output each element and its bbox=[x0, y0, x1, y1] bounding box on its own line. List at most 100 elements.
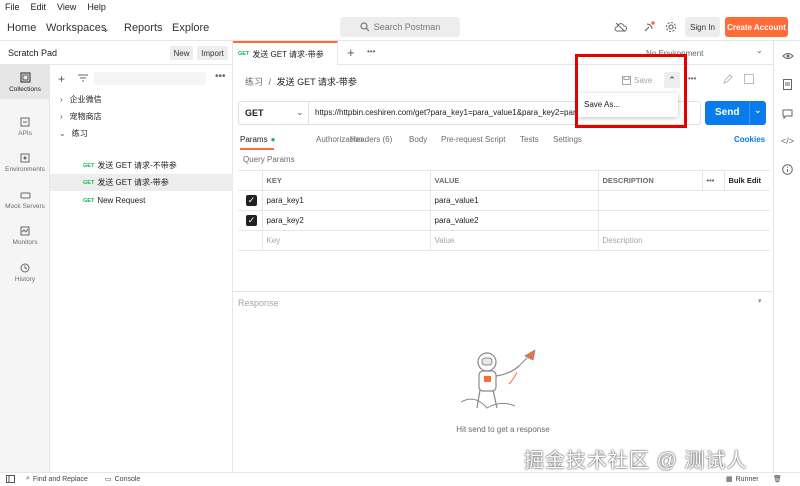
new-key-input[interactable]: Key bbox=[261, 230, 431, 251]
param-value[interactable]: para_value1 bbox=[429, 190, 599, 211]
search-icon bbox=[360, 22, 370, 32]
sidebar-toggle-icon[interactable] bbox=[6, 475, 15, 483]
send-divider bbox=[749, 101, 750, 125]
tab-settings[interactable]: Settings bbox=[553, 135, 582, 144]
row-checkbox[interactable]: ✓ bbox=[238, 210, 263, 231]
cookies-link[interactable]: Cookies bbox=[734, 135, 765, 144]
tab-headers[interactable]: Headers (6) bbox=[350, 135, 392, 144]
console-button[interactable]: ▭ Console bbox=[105, 475, 140, 484]
tab-label: Params bbox=[240, 135, 268, 144]
add-collection-icon[interactable]: + bbox=[58, 72, 65, 86]
collections-icon bbox=[19, 71, 31, 83]
settings-gear-icon[interactable] bbox=[663, 19, 679, 35]
code-icon[interactable]: </> bbox=[781, 134, 794, 147]
rail-collections[interactable]: Collections bbox=[0, 65, 50, 99]
table-row: ✓ para_key2 para_value2 bbox=[238, 210, 770, 231]
tab-tests[interactable]: Tests bbox=[520, 135, 539, 144]
tab-title: 发送 GET 请求-带参 bbox=[252, 49, 324, 59]
method-select[interactable]: GET ⌄ bbox=[239, 102, 309, 124]
rail-history[interactable]: History bbox=[0, 256, 50, 290]
runner-button[interactable]: ▦ Runner bbox=[726, 475, 759, 484]
monitors-icon bbox=[20, 226, 30, 236]
sign-in-button[interactable]: Sign In bbox=[685, 17, 720, 37]
more-options-icon[interactable]: ••• bbox=[215, 71, 226, 82]
request-more-icon[interactable]: ••• bbox=[688, 74, 696, 83]
documentation-icon[interactable] bbox=[781, 78, 794, 91]
search-input[interactable]: Search Postman bbox=[340, 17, 460, 37]
trash-icon[interactable]: 🗑 bbox=[773, 475, 782, 483]
import-button[interactable]: Import bbox=[197, 46, 228, 60]
tree-request-get-with-params[interactable]: GET 发送 GET 请求-带参 bbox=[50, 174, 233, 191]
menu-help[interactable]: Help bbox=[87, 2, 106, 12]
satellite-icon[interactable] bbox=[641, 19, 657, 35]
highlight-annotation-box bbox=[575, 54, 687, 128]
new-tab-icon[interactable]: + bbox=[347, 45, 355, 60]
tab-more-icon[interactable]: ••• bbox=[367, 47, 375, 56]
watermark-text: 掘金技术社区 @ 测试人 bbox=[524, 450, 748, 472]
tab-active-request[interactable]: GET 发送 GET 请求-带参 bbox=[233, 41, 338, 65]
menu-view[interactable]: View bbox=[57, 2, 76, 12]
sync-offline-icon[interactable] bbox=[612, 19, 628, 35]
eye-icon[interactable] bbox=[781, 49, 794, 62]
rail-monitors[interactable]: Monitors bbox=[0, 219, 50, 253]
new-description-input[interactable]: Description bbox=[597, 230, 770, 251]
rail-mock-servers[interactable]: Mock Servers bbox=[0, 183, 50, 217]
tree-folder-practice[interactable]: ⌄ 练习 bbox=[50, 125, 233, 142]
find-icon: ⌕ bbox=[26, 475, 30, 482]
send-button[interactable]: Send ⌄ bbox=[705, 101, 766, 125]
sidebar-header: Scratch Pad New Import bbox=[0, 41, 233, 65]
menu-edit[interactable]: Edit bbox=[31, 2, 47, 12]
filter-icon[interactable] bbox=[78, 74, 88, 82]
tree-folder-label: 宠物商店 bbox=[69, 112, 102, 121]
create-account-button[interactable]: Create Account bbox=[725, 17, 788, 37]
edit-icon[interactable] bbox=[723, 74, 733, 84]
url-input[interactable]: https://httpbin.ceshiren.com/get?para_ke… bbox=[315, 108, 615, 117]
menu-file[interactable]: File bbox=[5, 2, 20, 12]
apis-icon bbox=[20, 117, 30, 127]
tab-pre-request-script[interactable]: Pre-request Script bbox=[441, 135, 505, 144]
tree-folder-label: 企业微信 bbox=[69, 95, 102, 104]
column-options-icon[interactable]: ••• bbox=[701, 170, 725, 191]
tree-request-get-no-params[interactable]: GET 发送 GET 请求-不带参 bbox=[50, 157, 233, 174]
param-key[interactable]: para_key2 bbox=[261, 210, 431, 231]
find-replace-button[interactable]: ⌕ Find and Replace bbox=[26, 475, 88, 483]
new-button[interactable]: New bbox=[170, 46, 193, 60]
params-active-dot-icon: ● bbox=[270, 135, 276, 144]
tree-request-new[interactable]: GET New Request bbox=[50, 192, 233, 209]
rail-apis[interactable]: APIs bbox=[0, 110, 50, 144]
new-value-input[interactable]: Value bbox=[429, 230, 599, 251]
nav-home[interactable]: Home bbox=[7, 22, 36, 34]
param-key[interactable]: para_key1 bbox=[261, 190, 431, 211]
tab-params[interactable]: Params ● bbox=[240, 135, 275, 144]
breadcrumb-parent[interactable]: 练习 bbox=[245, 77, 263, 87]
send-options-chevron-icon[interactable]: ⌄ bbox=[754, 105, 762, 116]
collection-filter-input[interactable] bbox=[94, 72, 206, 85]
workspaces-chevron-icon[interactable]: ⌄ bbox=[101, 22, 110, 35]
console-icon: ▭ bbox=[105, 476, 112, 483]
param-description[interactable] bbox=[597, 190, 770, 211]
breadcrumb-separator: / bbox=[268, 77, 272, 87]
tab-body[interactable]: Body bbox=[409, 135, 427, 144]
rail-label: APIs bbox=[18, 130, 32, 137]
nav-reports[interactable]: Reports bbox=[124, 22, 163, 34]
row-checkbox-empty bbox=[238, 230, 263, 251]
tree-folder-pet-store[interactable]: › 宠物商店 bbox=[50, 108, 233, 125]
info-icon[interactable] bbox=[781, 163, 794, 176]
doc-panel-icon[interactable] bbox=[744, 74, 754, 84]
comments-icon[interactable] bbox=[781, 107, 794, 120]
param-value[interactable]: para_value2 bbox=[429, 210, 599, 231]
bulk-edit-link[interactable]: Bulk Edit bbox=[723, 170, 770, 191]
param-description[interactable] bbox=[597, 210, 770, 231]
nav-explore[interactable]: Explore bbox=[172, 22, 209, 34]
breadcrumb-current[interactable]: 发送 GET 请求-带参 bbox=[277, 77, 357, 87]
tree-folder-enterprise-wechat[interactable]: › 企业微信 bbox=[50, 91, 233, 108]
chevron-down-icon: ⌄ bbox=[59, 129, 66, 138]
method-badge: GET bbox=[238, 51, 250, 57]
row-checkbox[interactable]: ✓ bbox=[238, 190, 263, 211]
params-header-row: KEY VALUE DESCRIPTION ••• Bulk Edit bbox=[238, 170, 770, 191]
checkbox-checked-icon: ✓ bbox=[246, 215, 257, 226]
response-collapse-chevron-icon[interactable]: ▾ bbox=[758, 297, 762, 305]
nav-workspaces[interactable]: Workspaces bbox=[46, 22, 106, 34]
rail-environments[interactable]: Environments bbox=[0, 146, 50, 180]
runner-icon: ▦ bbox=[726, 476, 733, 483]
